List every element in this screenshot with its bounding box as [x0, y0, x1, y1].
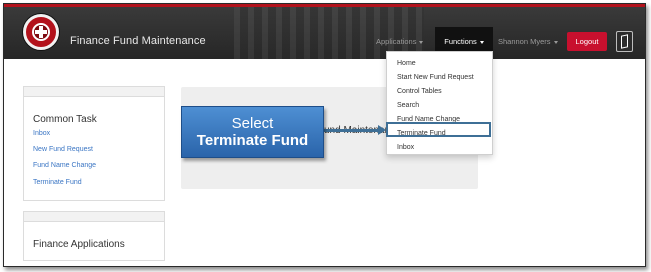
menu-item-inbox[interactable]: Inbox — [397, 144, 414, 151]
chevron-down-icon — [553, 40, 558, 44]
menu-item-start-new-fund-request[interactable]: Start New Fund Request — [397, 74, 474, 81]
logout-button[interactable]: Logout — [567, 32, 607, 51]
instruction-callout: Select Terminate Fund — [181, 106, 324, 158]
document-icon-button[interactable] — [616, 31, 633, 52]
link-terminate-fund[interactable]: Terminate Fund — [33, 179, 82, 186]
highlight-box — [386, 122, 491, 137]
university-seal-icon[interactable] — [23, 14, 59, 50]
seal-cross-horizontal — [35, 30, 47, 34]
common-task-title: Common Task — [33, 114, 97, 125]
link-new-fund-request[interactable]: New Fund Request — [33, 146, 93, 153]
finance-applications-title: Finance Applications — [33, 239, 125, 250]
menu-item-search[interactable]: Search — [397, 102, 419, 109]
nav-applications-label: Applications — [376, 37, 417, 46]
user-name: Shannon Myers — [498, 37, 551, 46]
document-icon — [621, 34, 628, 49]
chevron-down-icon — [479, 40, 484, 44]
common-task-panel: Common Task Inbox New Fund Request Fund … — [23, 86, 165, 201]
panel-header — [24, 212, 164, 222]
panel-header — [24, 87, 164, 97]
functions-dropdown-menu: Home Start New Fund Request Control Tabl… — [386, 51, 493, 155]
menu-item-home[interactable]: Home — [397, 60, 416, 67]
menu-item-control-tables[interactable]: Control Tables — [397, 88, 442, 95]
nav-user-menu[interactable]: Shannon Myers — [498, 27, 558, 57]
application-window: Finance Fund Maintenance Applications Fu… — [3, 3, 646, 267]
link-fund-name-change[interactable]: Fund Name Change — [33, 162, 96, 169]
arrow-right-icon — [378, 125, 386, 135]
chevron-down-icon — [419, 40, 424, 44]
nav-functions-label: Functions — [444, 37, 477, 46]
callout-line-2: Terminate Fund — [196, 132, 309, 149]
finance-applications-panel: Finance Applications — [23, 211, 165, 261]
app-title[interactable]: Finance Fund Maintenance — [70, 35, 206, 47]
callout-line-1: Select — [231, 115, 274, 132]
top-navbar: Finance Fund Maintenance Applications Fu… — [4, 4, 645, 59]
callout-arrow-line — [324, 129, 382, 132]
link-inbox[interactable]: Inbox — [33, 130, 50, 137]
